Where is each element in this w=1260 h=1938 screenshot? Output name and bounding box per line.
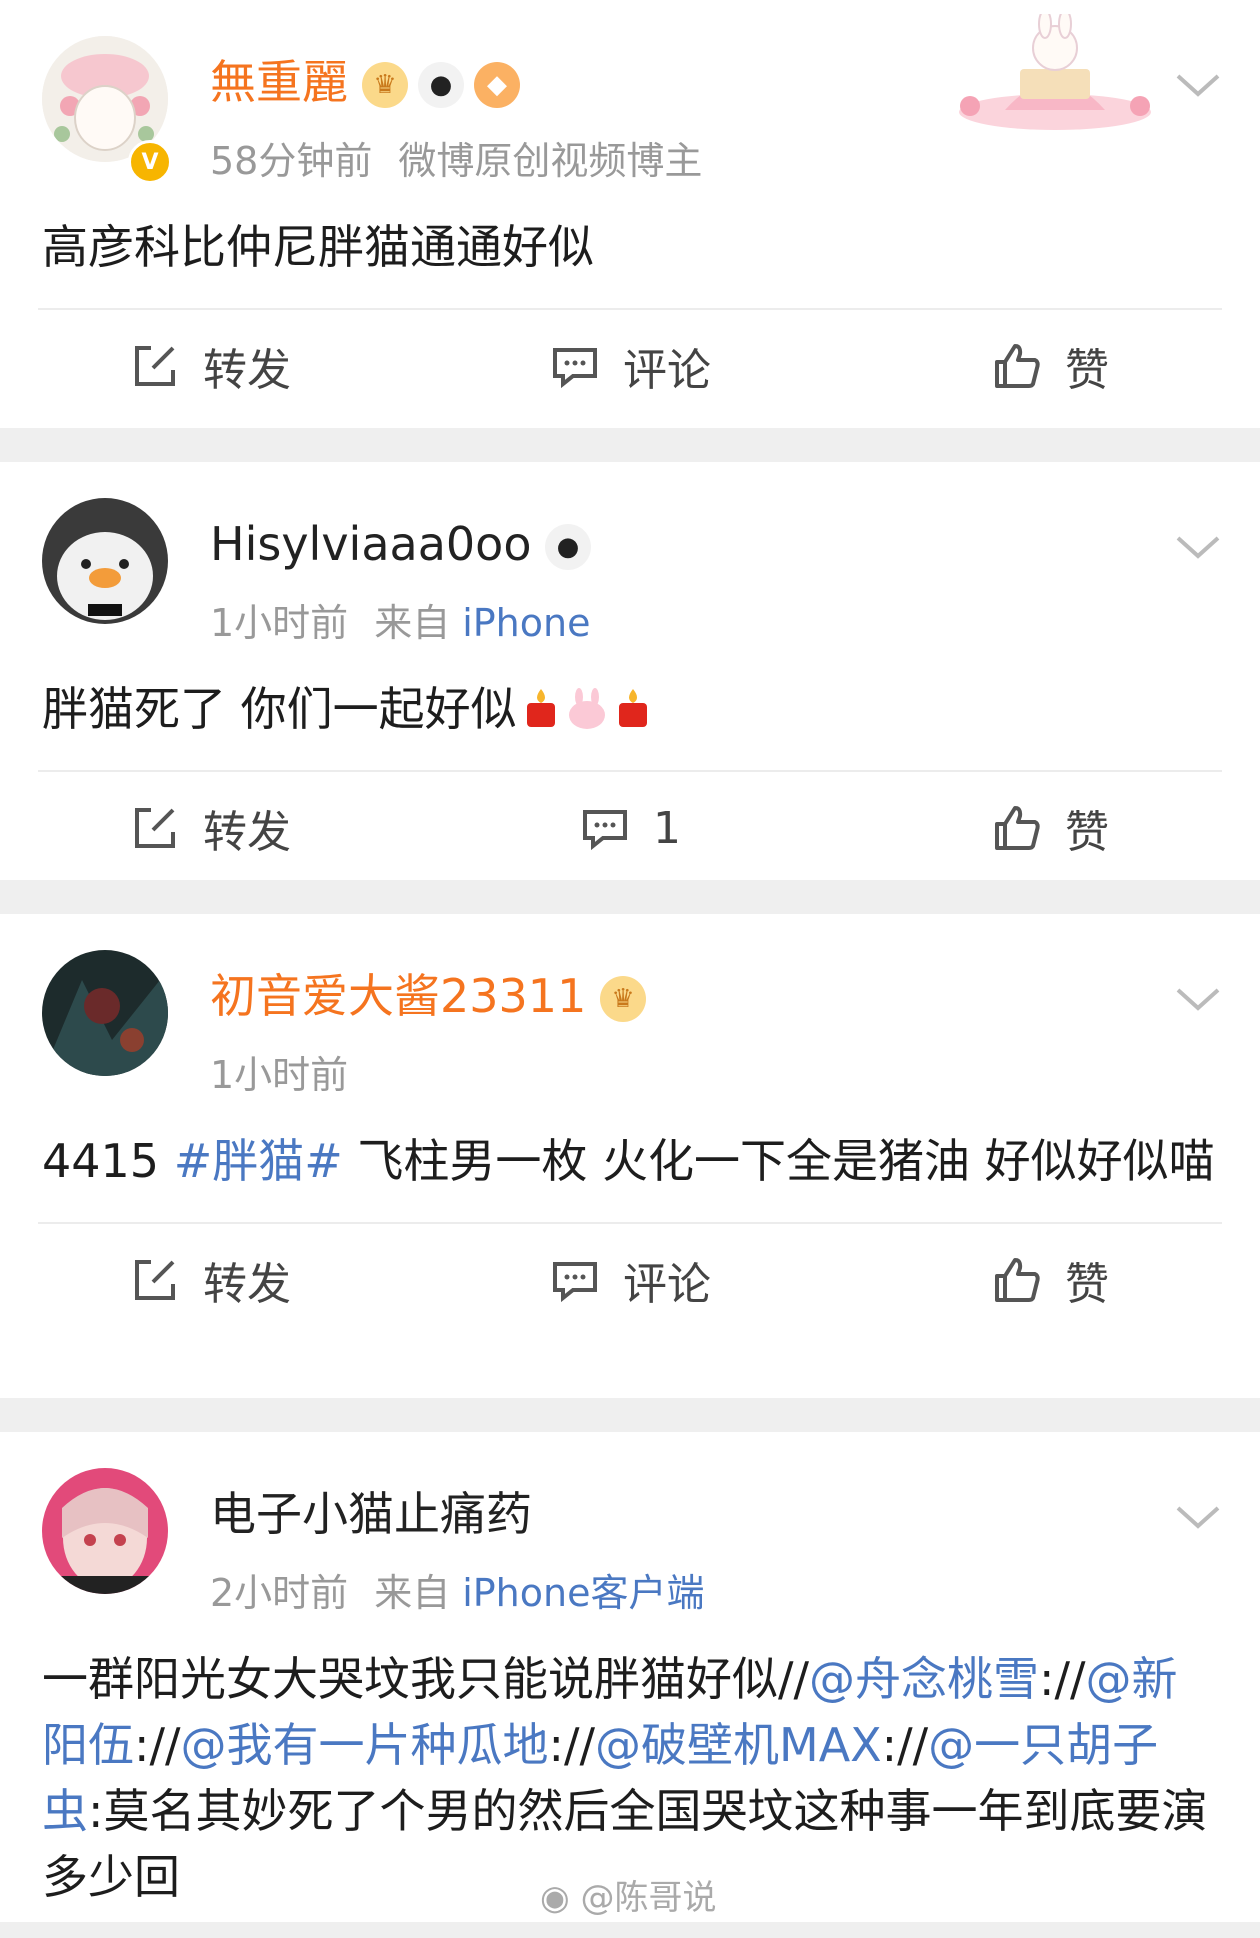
user-badges: ● [545, 524, 591, 570]
like-label: 赞 [1065, 1259, 1109, 1310]
post-time: 1小时前 [210, 601, 349, 645]
post-text-segment: :// [1039, 1652, 1086, 1706]
comment-button[interactable]: 1 [420, 802, 840, 854]
post-time: 58分钟前 [210, 139, 373, 183]
bunny-decoration-icon [959, 14, 1151, 130]
comment-icon [553, 348, 597, 389]
comment-label: 评论 [623, 345, 711, 396]
post-text-prefix: 4415 [42, 1134, 174, 1188]
avatar-image [42, 950, 168, 1076]
post-text: 胖猫死了 你们一起好似 [42, 682, 517, 736]
post-header: 电子小猫止痛药 2小时前 来自 iPhone客户端 [0, 1432, 1260, 1615]
post-header: 初音爱大酱23311 ♛ 1小时前 [0, 914, 1260, 1097]
crown-badge-icon: ♛ [362, 62, 408, 108]
rabbit-emoji-icon [568, 688, 605, 729]
thumbs-up-icon [995, 806, 1040, 850]
comment-icon [553, 1262, 597, 1303]
post-text-segment: :// [134, 1718, 181, 1772]
username[interactable]: 电子小猫止痛药 [210, 1484, 532, 1544]
comment-label: 评论 [623, 1259, 711, 1310]
candle-emoji-icon [526, 689, 555, 727]
post-actions: 转发 评论 赞 [0, 1224, 1260, 1336]
post-text-segment: :// [548, 1718, 596, 1772]
user-badges: ♛ ● ◆ [362, 62, 520, 108]
repost-button[interactable]: 转发 [0, 334, 420, 398]
post-source-prefix: 来自 [374, 601, 451, 645]
avatar-image [42, 498, 168, 624]
comment-icon [583, 810, 627, 851]
post-header: V 無重麗 ♛ ● ◆ 58分钟前 微博原创视频博主 [0, 0, 1260, 184]
hashtag-link[interactable]: #胖猫# [174, 1134, 343, 1188]
username[interactable]: 初音爱大酱23311 [210, 966, 586, 1026]
like-button[interactable]: 赞 [840, 796, 1260, 860]
post-meta: 1小时前 [210, 1044, 348, 1099]
post-card: 电子小猫止痛药 2小时前 来自 iPhone客户端 一群阳光女大哭坟我只能说胖猫好似… [0, 1432, 1260, 1922]
like-button[interactable]: 赞 [840, 1248, 1260, 1312]
avatar[interactable] [42, 1468, 168, 1594]
repost-button[interactable]: 转发 [0, 1248, 420, 1312]
post-meta: 1小时前 来自 iPhone [210, 592, 590, 647]
watermark: ◉ @陈哥说 [540, 1870, 716, 1919]
repost-icon [135, 808, 175, 848]
mention-link[interactable]: @我有一片种瓜地 [181, 1718, 549, 1772]
fish-badge-icon: ◆ [474, 62, 520, 108]
mention-link[interactable]: @舟念桃雪 [809, 1652, 1039, 1706]
post-text-segment: :// [881, 1718, 929, 1772]
panda-badge-icon: ● [418, 62, 464, 108]
weibo-feed: V 無重麗 ♛ ● ◆ 58分钟前 微博原创视频博主 高彦科比仲尼胖猫通通好似 … [0, 0, 1260, 1922]
post-meta: 58分钟前 微博原创视频博主 [210, 130, 702, 185]
like-button[interactable]: 赞 [840, 334, 1260, 398]
avatar[interactable] [42, 950, 168, 1076]
avatar-image [42, 1468, 168, 1594]
repost-icon [135, 1260, 175, 1300]
mention-link[interactable]: @破壁机MAX [595, 1718, 882, 1772]
post-meta: 2小时前 来自 iPhone客户端 [210, 1562, 704, 1617]
like-label: 赞 [1065, 807, 1109, 858]
post-text: 飞柱男一枚 火化一下全是猪油 好似好似喵 [342, 1134, 1215, 1188]
post-text-container: 胖猫死了 你们一起好似 [0, 622, 1260, 770]
post-source-link[interactable]: iPhone [462, 601, 590, 645]
repost-button[interactable]: 转发 [0, 796, 420, 860]
chevron-down-icon[interactable] [1174, 984, 1222, 1014]
thumbs-up-icon [995, 1258, 1040, 1302]
post-source: 微博原创视频博主 [398, 139, 703, 183]
repost-label: 转发 [203, 1259, 291, 1310]
repost-label: 转发 [203, 807, 291, 858]
post-actions: 转发 评论 赞 [0, 310, 1260, 422]
avatar[interactable] [42, 498, 168, 624]
post-text-segment: 一群阳光女大哭坟我只能说胖猫好似// [42, 1652, 809, 1706]
watermark-text: @陈哥说 [580, 1878, 717, 1918]
weibo-logo-icon: ◉ [540, 1878, 570, 1918]
post-card: V 無重麗 ♛ ● ◆ 58分钟前 微博原创视频博主 高彦科比仲尼胖猫通通好似 … [0, 0, 1260, 428]
candle-emoji-icon [618, 689, 647, 727]
repost-label: 转发 [203, 345, 291, 396]
like-label: 赞 [1065, 345, 1109, 396]
chevron-down-icon[interactable] [1174, 70, 1222, 100]
panda-badge-icon: ● [545, 524, 591, 570]
crown-badge-icon: ♛ [600, 976, 646, 1022]
username[interactable]: Hisylviaaa0oo [210, 514, 531, 574]
post-time: 1小时前 [210, 1053, 349, 1097]
post-header: Hisylviaaa0oo ● 1小时前 来自 iPhone [0, 462, 1260, 645]
post-text-container: 4415 #胖猫# 飞柱男一枚 火化一下全是猪油 好似好似喵 [0, 1074, 1260, 1222]
repost-icon [135, 346, 175, 386]
chevron-down-icon[interactable] [1174, 532, 1222, 562]
verified-badge: V [128, 140, 172, 184]
post-card: 初音爱大酱23311 ♛ 1小时前 4415 #胖猫# 飞柱男一枚 火化一下全是… [0, 914, 1260, 1398]
comment-button[interactable]: 评论 [420, 334, 840, 398]
post-source-prefix: 来自 [374, 1571, 451, 1615]
post-actions: 转发 1 赞 [0, 772, 1260, 884]
user-badges: ♛ [600, 976, 646, 1022]
chevron-down-icon[interactable] [1174, 1502, 1222, 1532]
thumbs-up-icon [995, 344, 1040, 388]
post-card: Hisylviaaa0oo ● 1小时前 来自 iPhone 胖猫死了 你们一起好似… [0, 462, 1260, 880]
username[interactable]: 無重麗 [210, 52, 348, 112]
post-time: 2小时前 [210, 1571, 349, 1615]
post-source-link[interactable]: iPhone客户端 [462, 1571, 704, 1615]
comment-count: 1 [653, 802, 681, 854]
comment-button[interactable]: 评论 [420, 1248, 840, 1312]
